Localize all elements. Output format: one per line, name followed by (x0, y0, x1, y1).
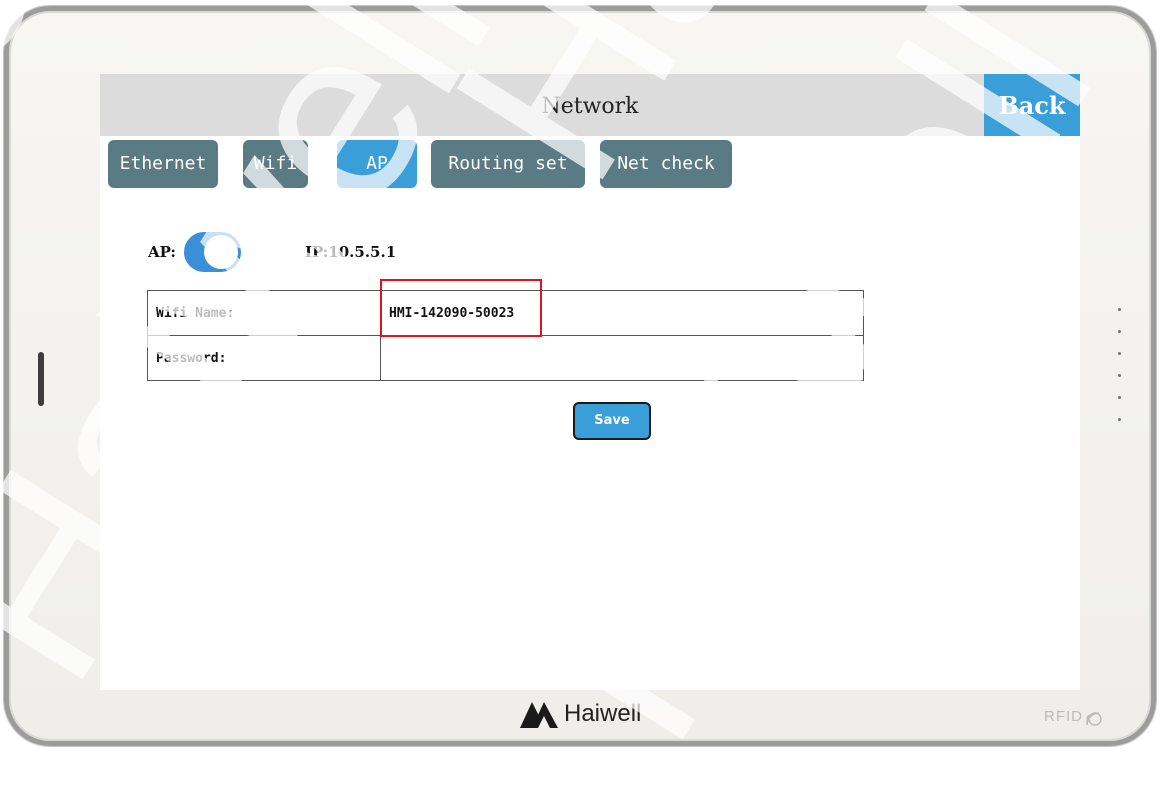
rfid-label: RFID (1044, 707, 1083, 725)
table-row: Wifi Name: HMI-142090-50023 (147, 290, 864, 336)
brand-name: Haiwell (564, 700, 642, 727)
tab-ap[interactable]: AP (337, 140, 417, 188)
hmi-screen: Network Back Ethernet Wifi AP Routing se… (100, 74, 1080, 690)
wifi-name-field[interactable]: HMI-142090-50023 (380, 290, 864, 336)
tab-ethernet[interactable]: Ethernet (108, 140, 218, 188)
password-field[interactable] (380, 335, 864, 381)
haiwell-logo-icon (520, 702, 558, 728)
title-bar: Network Back (100, 74, 1080, 136)
rfid-badge: RFID (1044, 703, 1105, 729)
tab-wifi[interactable]: Wifi (243, 140, 308, 188)
tab-net-check[interactable]: Net check (600, 140, 732, 188)
ap-label: AP: (148, 243, 176, 261)
tab-routing-set[interactable]: Routing set (431, 140, 585, 188)
wifi-name-label: Wifi Name: (147, 290, 381, 336)
toggle-knob (204, 235, 238, 269)
page-title: Network (541, 94, 639, 119)
nfc-icon (1086, 712, 1102, 726)
speaker-dots (1115, 308, 1123, 458)
back-button[interactable]: Back (984, 74, 1080, 136)
brand-logo-area: Haiwell (518, 694, 641, 734)
password-label: Password: (147, 335, 381, 381)
ip-address-text: IP:10.5.5.1 (305, 243, 397, 261)
save-button[interactable]: Save (573, 402, 651, 440)
ap-toggle[interactable] (184, 232, 241, 272)
side-slot (38, 352, 44, 406)
ap-settings-table: Wifi Name: HMI-142090-50023 Password: (147, 290, 864, 381)
table-row: Password: (147, 335, 864, 381)
